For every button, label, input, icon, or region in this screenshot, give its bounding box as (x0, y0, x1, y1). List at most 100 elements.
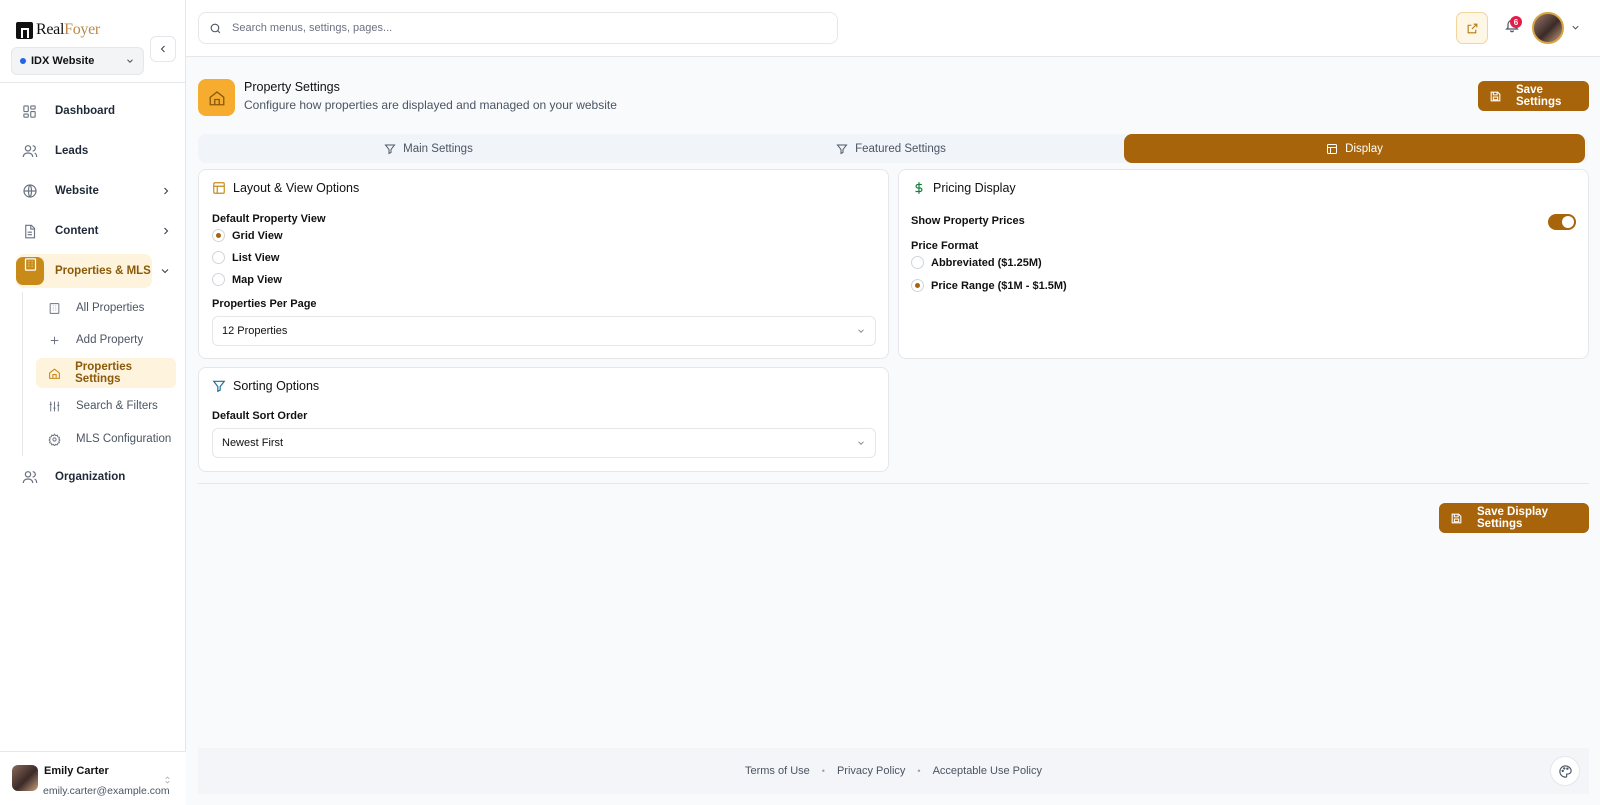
content-divider (198, 483, 1589, 484)
theme-button[interactable] (1550, 756, 1580, 786)
card-title: Layout & View Options (212, 181, 359, 195)
default-view-label: Default Property View (212, 213, 326, 225)
per-page-select[interactable]: 12 Properties (212, 316, 876, 346)
show-prices-toggle[interactable] (1548, 214, 1576, 230)
tab-label: Main Settings (403, 142, 473, 155)
sidebar-subitem-mls-configuration[interactable]: MLS Configuration (36, 424, 176, 454)
sidebar-item-label: Content (55, 225, 99, 237)
user-email: emily.carter@example.com (43, 785, 170, 797)
palette-icon (1558, 764, 1573, 779)
building-icon (16, 257, 44, 285)
footer-separator: • (917, 766, 921, 776)
search-input[interactable] (232, 22, 792, 34)
site-selector-value: IDX Website (31, 55, 95, 67)
layout-icon (212, 181, 226, 195)
site-status-dot (20, 58, 26, 64)
logo-mark-icon (16, 21, 33, 39)
site-selector[interactable]: IDX Website (11, 47, 144, 75)
page-subtitle: Configure how properties are displayed a… (244, 98, 617, 112)
building-icon (36, 302, 68, 315)
search-icon (209, 22, 222, 35)
settings-tabs: Main Settings Featured Settings Display (198, 134, 1588, 163)
globe-icon (16, 183, 44, 199)
radio-map-view[interactable]: Map View (212, 273, 282, 286)
sidebar-subitem-label: Search & Filters (76, 400, 158, 412)
footer-link-privacy[interactable]: Privacy Policy (837, 765, 905, 777)
footer-link-terms[interactable]: Terms of Use (745, 765, 810, 777)
sidebar-item-content[interactable]: Content (16, 216, 174, 246)
footer-separator: • (821, 766, 825, 776)
layout-card-title: Layout & View Options (233, 181, 360, 195)
per-page-label: Properties Per Page (212, 298, 317, 310)
sidebar-divider (0, 82, 186, 83)
sidebar-item-label: Dashboard (55, 105, 116, 117)
user-menu[interactable]: Emily Carter emily.carter@example.com (0, 751, 186, 805)
radio-abbreviated[interactable]: Abbreviated ($1.25M) (911, 256, 1042, 269)
sidebar-subitem-label: Add Property (76, 334, 144, 346)
brand-name-part2: Foyer (64, 21, 100, 38)
chevron-right-icon (160, 225, 172, 237)
sort-order-select[interactable]: Newest First (212, 428, 876, 458)
sidebar-subitem-label: MLS Configuration (76, 433, 172, 445)
save-settings-label: Save Settings (1516, 84, 1562, 108)
radio-indicator (212, 273, 225, 286)
radio-label: Abbreviated ($1.25M) (931, 256, 1042, 269)
chevron-down-icon[interactable] (1570, 22, 1581, 33)
chevron-down-icon (125, 56, 135, 66)
sidebar-item-organization[interactable]: Organization (16, 462, 174, 492)
radio-indicator (911, 279, 924, 292)
pricing-display-card: Pricing Display Show Property Prices Pri… (898, 169, 1589, 359)
search-bar[interactable] (198, 12, 838, 44)
radio-label: Map View (232, 273, 282, 286)
chevron-down-icon[interactable] (159, 265, 171, 277)
save-display-settings-button[interactable]: Save Display Settings (1439, 503, 1589, 533)
chevron-up-down-icon (163, 774, 172, 786)
pricing-card-title: Pricing Display (933, 181, 1016, 195)
sidebar-item-label: Website (55, 185, 99, 197)
external-link-icon (1466, 22, 1479, 35)
sidebar-subitem-search-filters[interactable]: Search & Filters (36, 391, 176, 421)
tab-display[interactable]: Display (1124, 134, 1585, 163)
sidebar-subitem-add-property[interactable]: Add Property (36, 325, 176, 355)
radio-price-range[interactable]: Price Range ($1M - $1.5M) (911, 279, 1067, 292)
tab-label: Display (1345, 142, 1383, 155)
view-website-button[interactable] (1456, 12, 1488, 44)
tab-main-settings[interactable]: Main Settings (198, 134, 659, 163)
sorting-card-title: Sorting Options (233, 379, 320, 393)
filter-icon (836, 143, 848, 155)
chevron-down-icon (856, 438, 866, 448)
radio-grid-view[interactable]: Grid View (212, 229, 283, 242)
sidebar-subitem-label: All Properties (76, 302, 145, 314)
card-title: Pricing Display (912, 181, 1016, 195)
grid-icon (16, 104, 44, 119)
save-settings-button[interactable]: Save Settings (1478, 81, 1589, 111)
sidebar-item-website[interactable]: Website (16, 176, 174, 206)
save-icon (1450, 512, 1463, 525)
sidebar-item-properties-mls[interactable]: Properties & MLS (16, 254, 152, 288)
users-icon (16, 143, 44, 159)
per-page-value: 12 Properties (222, 325, 288, 337)
footer-link-acceptable-use[interactable]: Acceptable Use Policy (933, 765, 1042, 777)
gear-icon (36, 432, 68, 446)
sidebar-item-dashboard[interactable]: Dashboard (16, 96, 174, 126)
filter-icon (212, 379, 226, 393)
layout-view-card: Layout & View Options Default Property V… (198, 169, 889, 359)
collapse-sidebar-button[interactable] (150, 36, 176, 62)
brand-logo[interactable]: RealFoyer (16, 21, 100, 39)
avatar[interactable] (1532, 12, 1564, 44)
chevron-down-icon (856, 326, 866, 336)
chevron-right-icon (160, 185, 172, 197)
radio-list-view[interactable]: List View (212, 251, 279, 264)
sliders-icon (36, 400, 68, 413)
sidebar: RealFoyer IDX Website Dashboard Leads We… (0, 0, 186, 805)
page-icon (198, 79, 235, 116)
sidebar-item-leads[interactable]: Leads (16, 136, 174, 166)
tab-featured-settings[interactable]: Featured Settings (659, 134, 1123, 163)
sort-order-value: Newest First (222, 437, 284, 449)
sidebar-subitem-all-properties[interactable]: All Properties (36, 293, 176, 323)
sidebar-subitem-properties-settings[interactable]: Properties Settings (36, 358, 176, 388)
radio-label: List View (232, 251, 280, 264)
users-icon (16, 469, 44, 485)
sidebar-item-label: Properties & MLS (55, 265, 151, 277)
save-display-label: Save Display Settings (1477, 506, 1548, 530)
